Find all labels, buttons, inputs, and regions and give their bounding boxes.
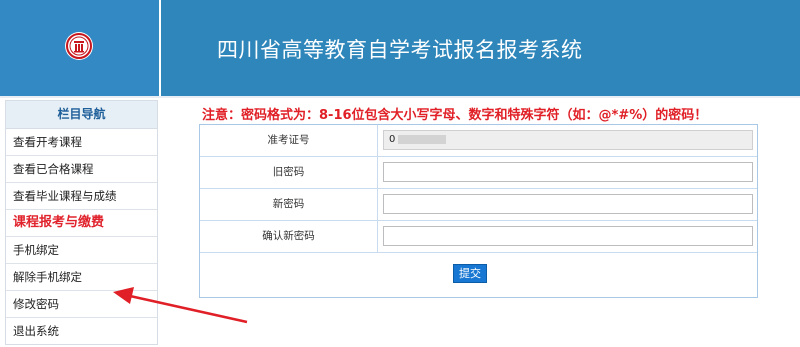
exam-id-field: 0 xyxy=(383,130,753,150)
change-password-form: 准考证号 0 旧密码 新密码 确认新密码 提交 xyxy=(199,124,758,298)
sidebar-item-logout[interactable]: 退出系统 xyxy=(6,318,157,344)
header: 四川省高等教育自学考试报名报考系统 xyxy=(0,0,800,98)
sidebar-heading: 栏目导航 xyxy=(6,101,157,129)
sidebar-item-unbind-phone[interactable]: 解除手机绑定 xyxy=(6,264,157,291)
sidebar-item-open-courses[interactable]: 查看开考课程 xyxy=(6,129,157,156)
confirm-password-label: 确认新密码 xyxy=(200,221,378,252)
page-title: 四川省高等教育自学考试报名报考系统 xyxy=(217,38,583,62)
password-format-notice: 注意：密码格式为：8-16位包含大小写字母、数字和特殊字符（如：@*#%）的密码… xyxy=(202,108,708,123)
exam-id-value: 0 xyxy=(389,134,396,145)
old-password-input[interactable] xyxy=(383,162,753,182)
sidebar-item-course-registration[interactable]: 课程报考与缴费 xyxy=(6,210,157,237)
university-seal-icon xyxy=(65,32,93,60)
form-row-exam-id: 准考证号 0 xyxy=(200,125,757,157)
exam-id-label: 准考证号 xyxy=(200,125,378,156)
sidebar-item-passed-courses[interactable]: 查看已合格课程 xyxy=(6,156,157,183)
header-divider xyxy=(0,96,800,98)
form-row-confirm-password: 确认新密码 xyxy=(200,221,757,253)
new-password-input[interactable] xyxy=(383,194,753,214)
sidebar-item-bind-phone[interactable]: 手机绑定 xyxy=(6,237,157,264)
sidebar-item-change-password[interactable]: 修改密码 xyxy=(6,291,157,318)
sidebar-nav: 栏目导航 查看开考课程 查看已合格课程 查看毕业课程与成绩 课程报考与缴费 手机… xyxy=(5,100,158,345)
logo-area xyxy=(0,0,160,96)
sidebar-item-graduation-courses[interactable]: 查看毕业课程与成绩 xyxy=(6,183,157,210)
new-password-label: 新密码 xyxy=(200,189,378,220)
redacted-blur xyxy=(398,134,447,144)
title-bar: 四川省高等教育自学考试报名报考系统 xyxy=(161,0,800,96)
confirm-password-input[interactable] xyxy=(383,226,753,246)
submit-button[interactable]: 提交 xyxy=(453,264,487,283)
form-row-old-password: 旧密码 xyxy=(200,157,757,189)
form-row-new-password: 新密码 xyxy=(200,189,757,221)
old-password-label: 旧密码 xyxy=(200,157,378,188)
